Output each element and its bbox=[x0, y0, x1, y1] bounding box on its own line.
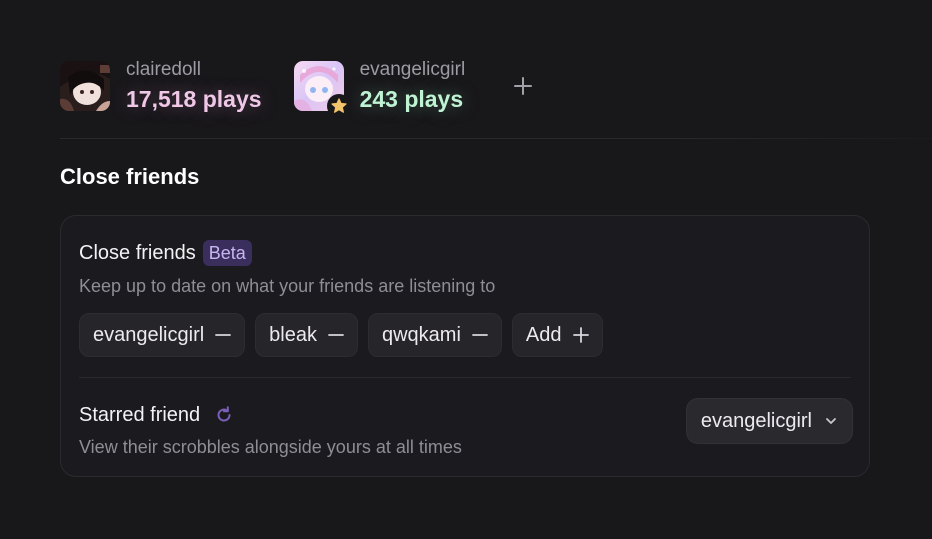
chevron-down-icon bbox=[824, 414, 838, 428]
minus-icon[interactable] bbox=[215, 327, 232, 343]
add-close-friend-button[interactable]: Add bbox=[511, 313, 603, 357]
user-card-clairedoll[interactable]: clairedoll 17,518 plays bbox=[60, 58, 262, 114]
section-title: Close friends bbox=[60, 164, 200, 189]
friend-chip-evangelicgirl[interactable]: evangelicgirl bbox=[79, 313, 246, 357]
minus-icon[interactable] bbox=[328, 327, 344, 343]
plus-icon bbox=[572, 327, 589, 343]
divider bbox=[79, 377, 851, 378]
avatar bbox=[293, 61, 351, 118]
close-friends-card: Close friends Beta Keep up to date on wh… bbox=[60, 215, 870, 477]
friend-chip-bleak[interactable]: bleak bbox=[255, 313, 358, 357]
user-plays: 243 plays bbox=[359, 86, 464, 112]
close-friends-title: Close friends bbox=[79, 242, 196, 264]
starred-friend-header: Starred friend bbox=[79, 402, 234, 428]
minus-icon[interactable] bbox=[472, 327, 488, 343]
user-plays: 17,518 plays bbox=[126, 86, 262, 112]
starred-friend-description: View their scrobbles alongside yours at … bbox=[79, 437, 462, 457]
user-name: clairedoll bbox=[126, 59, 201, 80]
user-info: clairedoll 17,518 plays bbox=[126, 58, 262, 114]
star-icon bbox=[326, 94, 351, 118]
add-friend-button[interactable] bbox=[509, 72, 537, 100]
beta-badge: Beta bbox=[202, 240, 252, 266]
chip-label: qwqkami bbox=[381, 324, 461, 346]
user-name: evangelicgirl bbox=[359, 59, 466, 80]
starred-friend-title: Starred friend bbox=[79, 404, 201, 426]
add-label: Add bbox=[525, 324, 562, 346]
user-info: evangelicgirl 243 plays bbox=[360, 58, 466, 114]
plus-icon bbox=[514, 77, 533, 95]
friends-overview-row: clairedoll 17,518 plays evangelicgirl 24… bbox=[60, 58, 537, 118]
avatar bbox=[60, 61, 110, 111]
friend-chip-qwqkami[interactable]: qwqkami bbox=[367, 313, 502, 357]
divider bbox=[60, 138, 932, 139]
chip-label: evangelicgirl bbox=[93, 324, 205, 346]
close-friends-header: Close friends Beta bbox=[79, 240, 252, 266]
user-card-evangelicgirl[interactable]: evangelicgirl 243 plays bbox=[293, 58, 466, 118]
close-friends-description: Keep up to date on what your friends are… bbox=[79, 276, 496, 296]
starred-friend-select[interactable]: evangelicgirl bbox=[685, 398, 853, 444]
select-value: evangelicgirl bbox=[700, 410, 812, 432]
close-friends-list: evangelicgirl bleak qwqkami Add bbox=[79, 313, 613, 357]
settings-page: clairedoll 17,518 plays evangelicgirl 24… bbox=[0, 0, 932, 539]
refresh-icon[interactable] bbox=[214, 405, 234, 425]
chip-label: bleak bbox=[269, 324, 317, 346]
avatar-image bbox=[60, 61, 110, 111]
